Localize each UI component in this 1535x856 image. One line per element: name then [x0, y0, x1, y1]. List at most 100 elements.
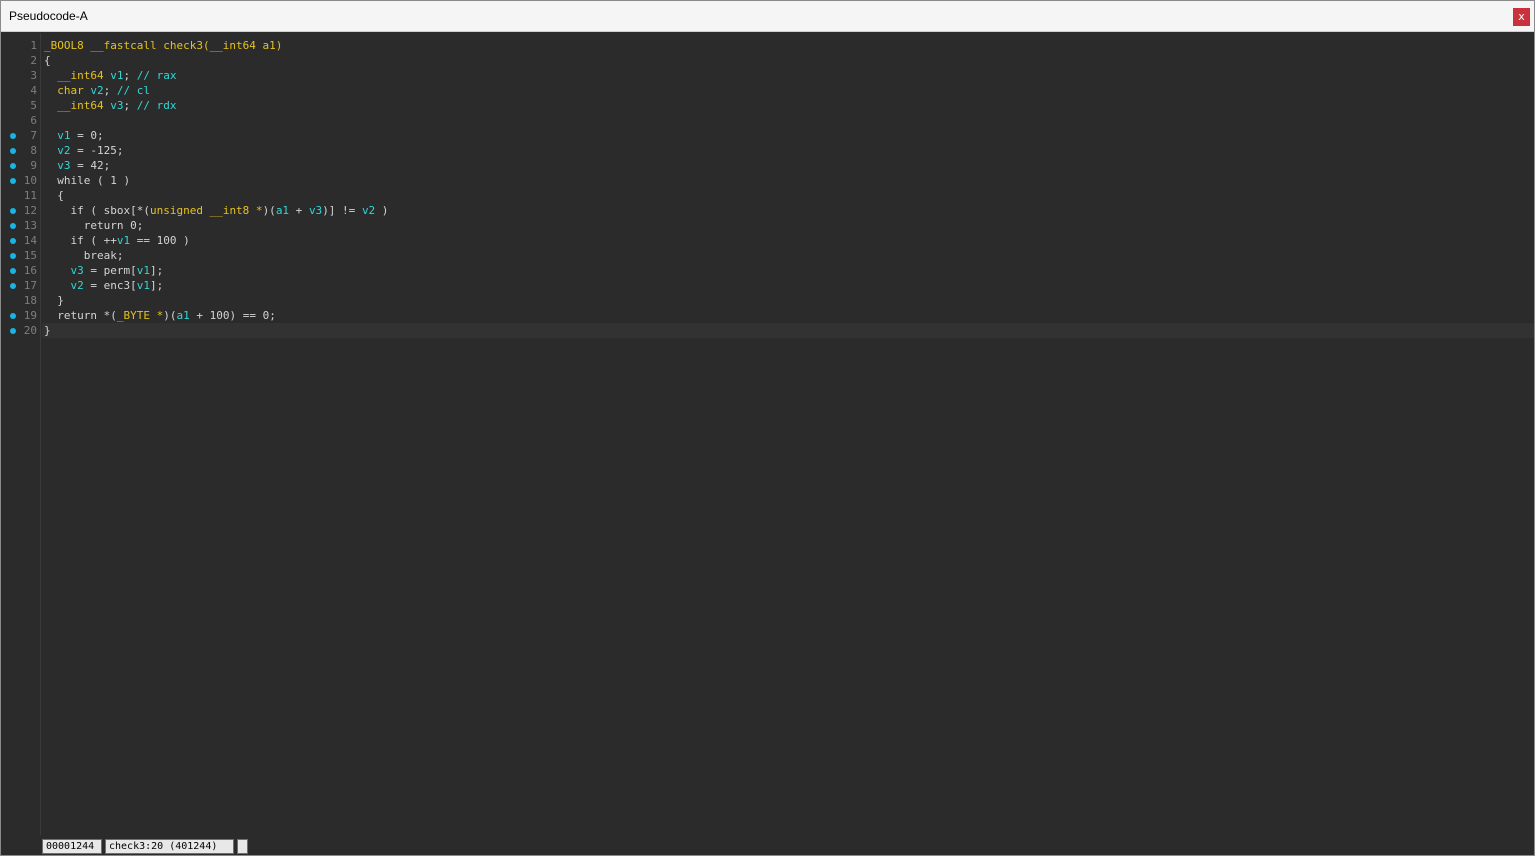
gutter-line[interactable]: 4: [1, 83, 41, 98]
code-token: if ( ++: [44, 234, 117, 247]
code-line[interactable]: if ( sbox[*(unsigned __int8 *)(a1 + v3)]…: [42, 203, 1534, 218]
code-area[interactable]: _BOOL8 __fastcall check3(__int64 a1) { __…: [42, 33, 1534, 835]
gutter-line[interactable]: 3: [1, 68, 41, 83]
code-token: )(: [262, 204, 276, 217]
breakpoint-marker-icon[interactable]: [10, 133, 16, 139]
gutter-line[interactable]: 9: [1, 158, 41, 173]
line-number: 5: [30, 99, 37, 112]
pseudocode-editor[interactable]: 1 2 3 4 5 6 7 8 9 10 11 12 13 14 15 16 17 18 19 20 _BOOL8 _…: [1, 33, 1534, 835]
code-token: v2: [90, 84, 104, 97]
breakpoint-marker-icon[interactable]: [10, 283, 16, 289]
gutter-line[interactable]: 11: [1, 188, 41, 203]
gutter-line[interactable]: 12: [1, 203, 41, 218]
line-number: 14: [23, 234, 37, 247]
code-line[interactable]: {: [42, 53, 1534, 68]
breakpoint-marker-icon[interactable]: [10, 313, 16, 319]
breakpoint-marker-icon[interactable]: [10, 268, 16, 274]
line-number: 3: [30, 69, 37, 82]
code-line[interactable]: __int64 v3; // rdx: [42, 98, 1534, 113]
line-number: 18: [23, 294, 37, 307]
code-token: // rax: [136, 69, 177, 82]
breakpoint-marker-icon[interactable]: [10, 223, 16, 229]
code-token: == 100 ): [130, 234, 190, 247]
line-number: 15: [23, 249, 37, 262]
gutter-line[interactable]: 10: [1, 173, 41, 188]
code-line[interactable]: v3 = 42;: [42, 158, 1534, 173]
code-token: ): [375, 204, 389, 217]
location-field: check3:20 (401244): [105, 839, 234, 854]
breakpoint-marker-icon[interactable]: [10, 178, 16, 184]
code-line[interactable]: {: [42, 188, 1534, 203]
code-token: ];: [149, 279, 164, 292]
line-number: 19: [23, 309, 37, 322]
code-line[interactable]: return *(_BYTE *)(a1 + 100) == 0;: [42, 308, 1534, 323]
code-token: v2: [57, 144, 71, 157]
breakpoint-marker-icon[interactable]: [10, 253, 16, 259]
gutter-line[interactable]: 8: [1, 143, 41, 158]
gutter-line[interactable]: 1: [1, 38, 41, 53]
gutter-line[interactable]: 17: [1, 278, 41, 293]
code-line-current[interactable]: }: [42, 323, 1534, 338]
gutter-line[interactable]: 6: [1, 113, 41, 128]
breakpoint-marker-icon[interactable]: [10, 238, 16, 244]
line-number: 1: [30, 39, 37, 52]
line-number-gutter[interactable]: 1 2 3 4 5 6 7 8 9 10 11 12 13 14 15 16 17 18 19 20: [1, 33, 41, 835]
gutter-line[interactable]: 14: [1, 233, 41, 248]
breakpoint-marker-icon[interactable]: [10, 208, 16, 214]
code-token: __int64: [57, 69, 111, 82]
gutter-line[interactable]: 5: [1, 98, 41, 113]
gutter-line[interactable]: 18: [1, 293, 41, 308]
code-token: // rdx: [136, 99, 177, 112]
code-line[interactable]: while ( 1 ): [42, 173, 1534, 188]
code-line[interactable]: v2 = -125;: [42, 143, 1534, 158]
code-line[interactable]: }: [42, 293, 1534, 308]
code-token: if ( sbox[*(: [44, 204, 150, 217]
code-token: _BOOL8 __fastcall check3(__int64 a1): [44, 39, 283, 52]
code-token: + 100) == 0;: [189, 309, 276, 322]
code-line[interactable]: break;: [42, 248, 1534, 263]
line-number: 6: [30, 114, 37, 127]
gutter-line[interactable]: 2: [1, 53, 41, 68]
code-line[interactable]: _BOOL8 __fastcall check3(__int64 a1): [42, 38, 1534, 53]
status-bar: 00001244 check3:20 (401244): [1, 835, 1534, 855]
breakpoint-marker-icon[interactable]: [10, 148, 16, 154]
code-line[interactable]: v1 = 0;: [42, 128, 1534, 143]
code-token: {: [44, 189, 64, 202]
line-number: 8: [30, 144, 37, 157]
gutter-line[interactable]: 15: [1, 248, 41, 263]
line-number: 20: [23, 324, 37, 337]
gutter-line[interactable]: 13: [1, 218, 41, 233]
code-token: v3: [110, 99, 124, 112]
code-token: {: [44, 54, 51, 67]
code-token: )(: [163, 309, 177, 322]
line-number: 12: [23, 204, 37, 217]
close-button[interactable]: x: [1513, 8, 1530, 26]
code-line[interactable]: [42, 113, 1534, 128]
breakpoint-marker-icon[interactable]: [10, 328, 16, 334]
code-line[interactable]: char v2; // cl: [42, 83, 1534, 98]
code-line[interactable]: v3 = perm[v1];: [42, 263, 1534, 278]
code-token: a1: [176, 309, 190, 322]
code-token: +: [289, 204, 309, 217]
code-line[interactable]: return 0;: [42, 218, 1534, 233]
code-token: char: [57, 84, 91, 97]
code-line[interactable]: if ( ++v1 == 100 ): [42, 233, 1534, 248]
code-token: break;: [44, 249, 124, 262]
window-title: Pseudocode-A: [9, 9, 88, 23]
line-number: 9: [30, 159, 37, 172]
code-token: )] !=: [322, 204, 362, 217]
code-token: = 42;: [70, 159, 111, 172]
gutter-line[interactable]: 7: [1, 128, 41, 143]
code-line[interactable]: v2 = enc3[v1];: [42, 278, 1534, 293]
code-line[interactable]: __int64 v1; // rax: [42, 68, 1534, 83]
gutter-line[interactable]: 20: [1, 323, 41, 338]
gutter-line[interactable]: 19: [1, 308, 41, 323]
breakpoint-marker-icon[interactable]: [10, 163, 16, 169]
code-token: v1: [57, 129, 71, 142]
code-token: v2: [361, 204, 376, 217]
pseudocode-window: Pseudocode-A x 1 2 3 4 5 6 7 8 9 10 11 12 13 14 15 16 17…: [0, 0, 1535, 856]
gutter-line[interactable]: 16: [1, 263, 41, 278]
